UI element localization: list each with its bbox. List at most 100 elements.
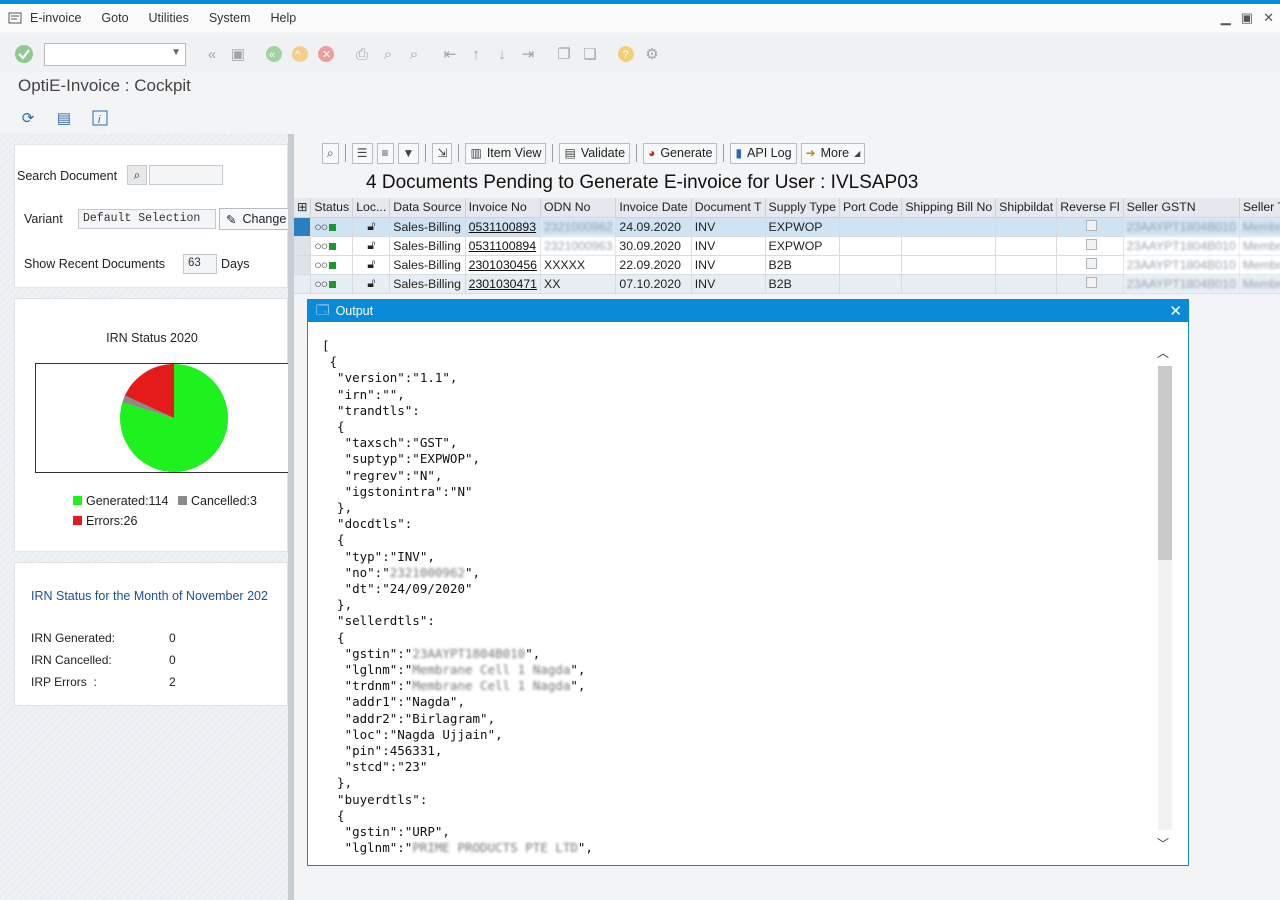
menu-item-system[interactable]: System <box>209 11 251 25</box>
column-header[interactable]: Status <box>310 198 354 218</box>
invoice-no-link[interactable]: 2301030471 <box>465 274 542 294</box>
last-page-icon[interactable]: ⇥ <box>516 42 540 66</box>
scroll-thumb[interactable] <box>1158 366 1172 560</box>
new-session-icon[interactable]: ❐ <box>552 42 576 66</box>
menu-item-goto[interactable]: Goto <box>101 11 128 25</box>
recent-days-input[interactable]: 63 <box>183 254 217 274</box>
column-header[interactable]: Invoice Date <box>615 198 692 218</box>
details-button[interactable]: ⌕ <box>322 142 339 164</box>
more-button[interactable]: ➜ More ◢ <box>800 142 866 164</box>
change-button[interactable]: ✎ Change <box>219 208 294 230</box>
menu-item-einvoice[interactable]: E-invoice <box>30 11 81 25</box>
print-icon[interactable]: ⎙ <box>350 42 374 66</box>
minimize-icon[interactable]: ▁ <box>1221 10 1231 26</box>
filter-button[interactable]: ▼ <box>397 142 420 164</box>
select-all-cell[interactable]: ⊞ <box>294 198 312 218</box>
filter-rows-button[interactable]: ≡ <box>376 142 394 164</box>
column-header[interactable]: Shipping Bill No <box>901 198 997 218</box>
reverse-flag-checkbox[interactable] <box>1086 219 1098 231</box>
code-line: "pin":456331, <box>322 743 443 759</box>
status-lights-icon: ○○ <box>314 276 328 291</box>
layout-icon[interactable]: ▤ <box>52 106 76 130</box>
legend-generated: Generated:114 <box>86 494 169 508</box>
column-header[interactable]: Loc... <box>352 198 391 218</box>
sort-button[interactable]: ☰ <box>351 142 373 164</box>
reverse-flag-checkbox[interactable] <box>1086 257 1098 269</box>
binoculars-icon[interactable]: ⌕ <box>127 165 147 185</box>
status-green-icon <box>329 223 337 231</box>
first-page-icon[interactable]: ⇤ <box>438 42 462 66</box>
save-icon[interactable]: ▣ <box>226 42 250 66</box>
menu-item-help[interactable]: Help <box>271 11 297 25</box>
invoice-no-link[interactable]: 0531100893 <box>465 217 542 237</box>
item-view-button[interactable]: ▥ Item View <box>465 142 547 164</box>
validate-button[interactable]: ▤ Validate <box>559 142 631 164</box>
document-type-cell: INV <box>691 255 766 275</box>
supply-type-cell: EXPWOP <box>765 217 840 237</box>
vertical-scrollbar[interactable]: ︿ ﹀ <box>1156 344 1172 852</box>
find-icon[interactable]: ⌕ <box>376 42 400 66</box>
column-header[interactable]: Invoice No <box>465 198 542 218</box>
api-log-button[interactable]: ▮ API Log <box>730 142 797 164</box>
shortcut-icon[interactable]: ❏ <box>578 42 602 66</box>
previous-page-icon[interactable]: ↑ <box>464 42 488 66</box>
row-selector[interactable] <box>294 236 312 256</box>
back-icon[interactable]: « <box>262 42 286 66</box>
invoice-date-cell: 22.09.2020 <box>615 255 692 275</box>
table-row[interactable]: ○○ 🔓︎ Sales-Billing 0531100894 232100096… <box>294 236 1280 256</box>
reverse-flag-checkbox[interactable] <box>1086 276 1098 288</box>
column-header[interactable]: Data Source <box>389 198 466 218</box>
command-field[interactable]: ▼ <box>44 42 186 66</box>
chart-title: IRN Status 2020 <box>106 331 198 345</box>
table-row[interactable]: ○○ 🔓︎ Sales-Billing 0531100893 232100096… <box>294 217 1280 237</box>
column-header[interactable]: Document T <box>691 198 766 218</box>
unlock-icon: 🔓︎ <box>367 257 376 271</box>
svg-text:✕: ✕ <box>322 49 331 61</box>
close-window-icon[interactable]: ✕ <box>1263 10 1274 26</box>
menu-item-utilities[interactable]: Utilities <box>149 11 189 25</box>
maximize-icon[interactable]: ▣ <box>1241 10 1253 26</box>
column-header[interactable]: Port Code <box>839 198 903 218</box>
scroll-up-icon[interactable]: ︿ <box>1156 344 1170 361</box>
column-header[interactable]: Supply Type <box>765 198 840 218</box>
column-header[interactable]: Seller GSTN <box>1123 198 1240 218</box>
generate-button[interactable]: ◕ Generate <box>643 142 718 164</box>
reverse-flag-cell <box>1056 236 1124 256</box>
help-icon[interactable]: ? <box>614 42 638 66</box>
search-document-input[interactable] <box>149 165 223 185</box>
row-selector[interactable] <box>294 274 312 294</box>
reverse-flag-checkbox[interactable] <box>1086 238 1098 250</box>
column-header[interactable]: Shipbildat <box>995 198 1058 218</box>
search-document-label: Search Document <box>17 169 118 183</box>
row-selector[interactable] <box>294 255 312 275</box>
table-row[interactable]: ○○ 🔓︎ Sales-Billing 2301030471 XX 07.10.… <box>294 274 1280 294</box>
lock-cell: 🔓︎ <box>352 236 391 256</box>
monthly-status-panel: IRN Status for the Month of November 202… <box>14 562 288 706</box>
column-header[interactable]: ODN No <box>540 198 617 218</box>
next-page-icon[interactable]: ↓ <box>490 42 514 66</box>
enter-check-icon[interactable] <box>12 42 36 66</box>
shipping-bill-cell <box>901 217 997 237</box>
table-row[interactable]: ○○ 🔓︎ Sales-Billing 2301030456 XXXXX 22.… <box>294 255 1280 275</box>
chevron-down-icon[interactable]: ▼ <box>171 47 181 58</box>
exit-icon[interactable]: ^ <box>288 42 312 66</box>
reverse-flag-cell <box>1056 217 1124 237</box>
invoice-no-link[interactable]: 2301030456 <box>465 255 542 275</box>
menu-icon[interactable] <box>0 12 30 24</box>
find-next-icon[interactable]: ⌕ <box>402 42 426 66</box>
invoice-no-link[interactable]: 0531100894 <box>465 236 542 256</box>
settings-gear-icon[interactable]: ⚙ <box>640 42 664 66</box>
back-double-icon[interactable]: « <box>200 42 224 66</box>
column-header[interactable]: Seller Trad <box>1239 198 1280 218</box>
scroll-down-icon[interactable]: ﹀ <box>1156 835 1170 852</box>
variant-field[interactable]: Default Selection <box>78 209 216 229</box>
close-icon[interactable]: ✕ <box>1169 302 1182 320</box>
row-selector[interactable] <box>294 217 312 237</box>
dialog-titlebar[interactable]: 🗔︎ Output <box>308 300 1188 322</box>
export-button[interactable]: ⇲ <box>432 142 453 164</box>
column-header[interactable]: Reverse Fl <box>1056 198 1124 218</box>
info-icon[interactable]: i <box>88 106 112 130</box>
refresh-icon[interactable]: ⟳ <box>16 106 40 130</box>
cancel-icon[interactable]: ✕ <box>314 42 338 66</box>
code-line: "stcd":"23" <box>322 759 428 775</box>
